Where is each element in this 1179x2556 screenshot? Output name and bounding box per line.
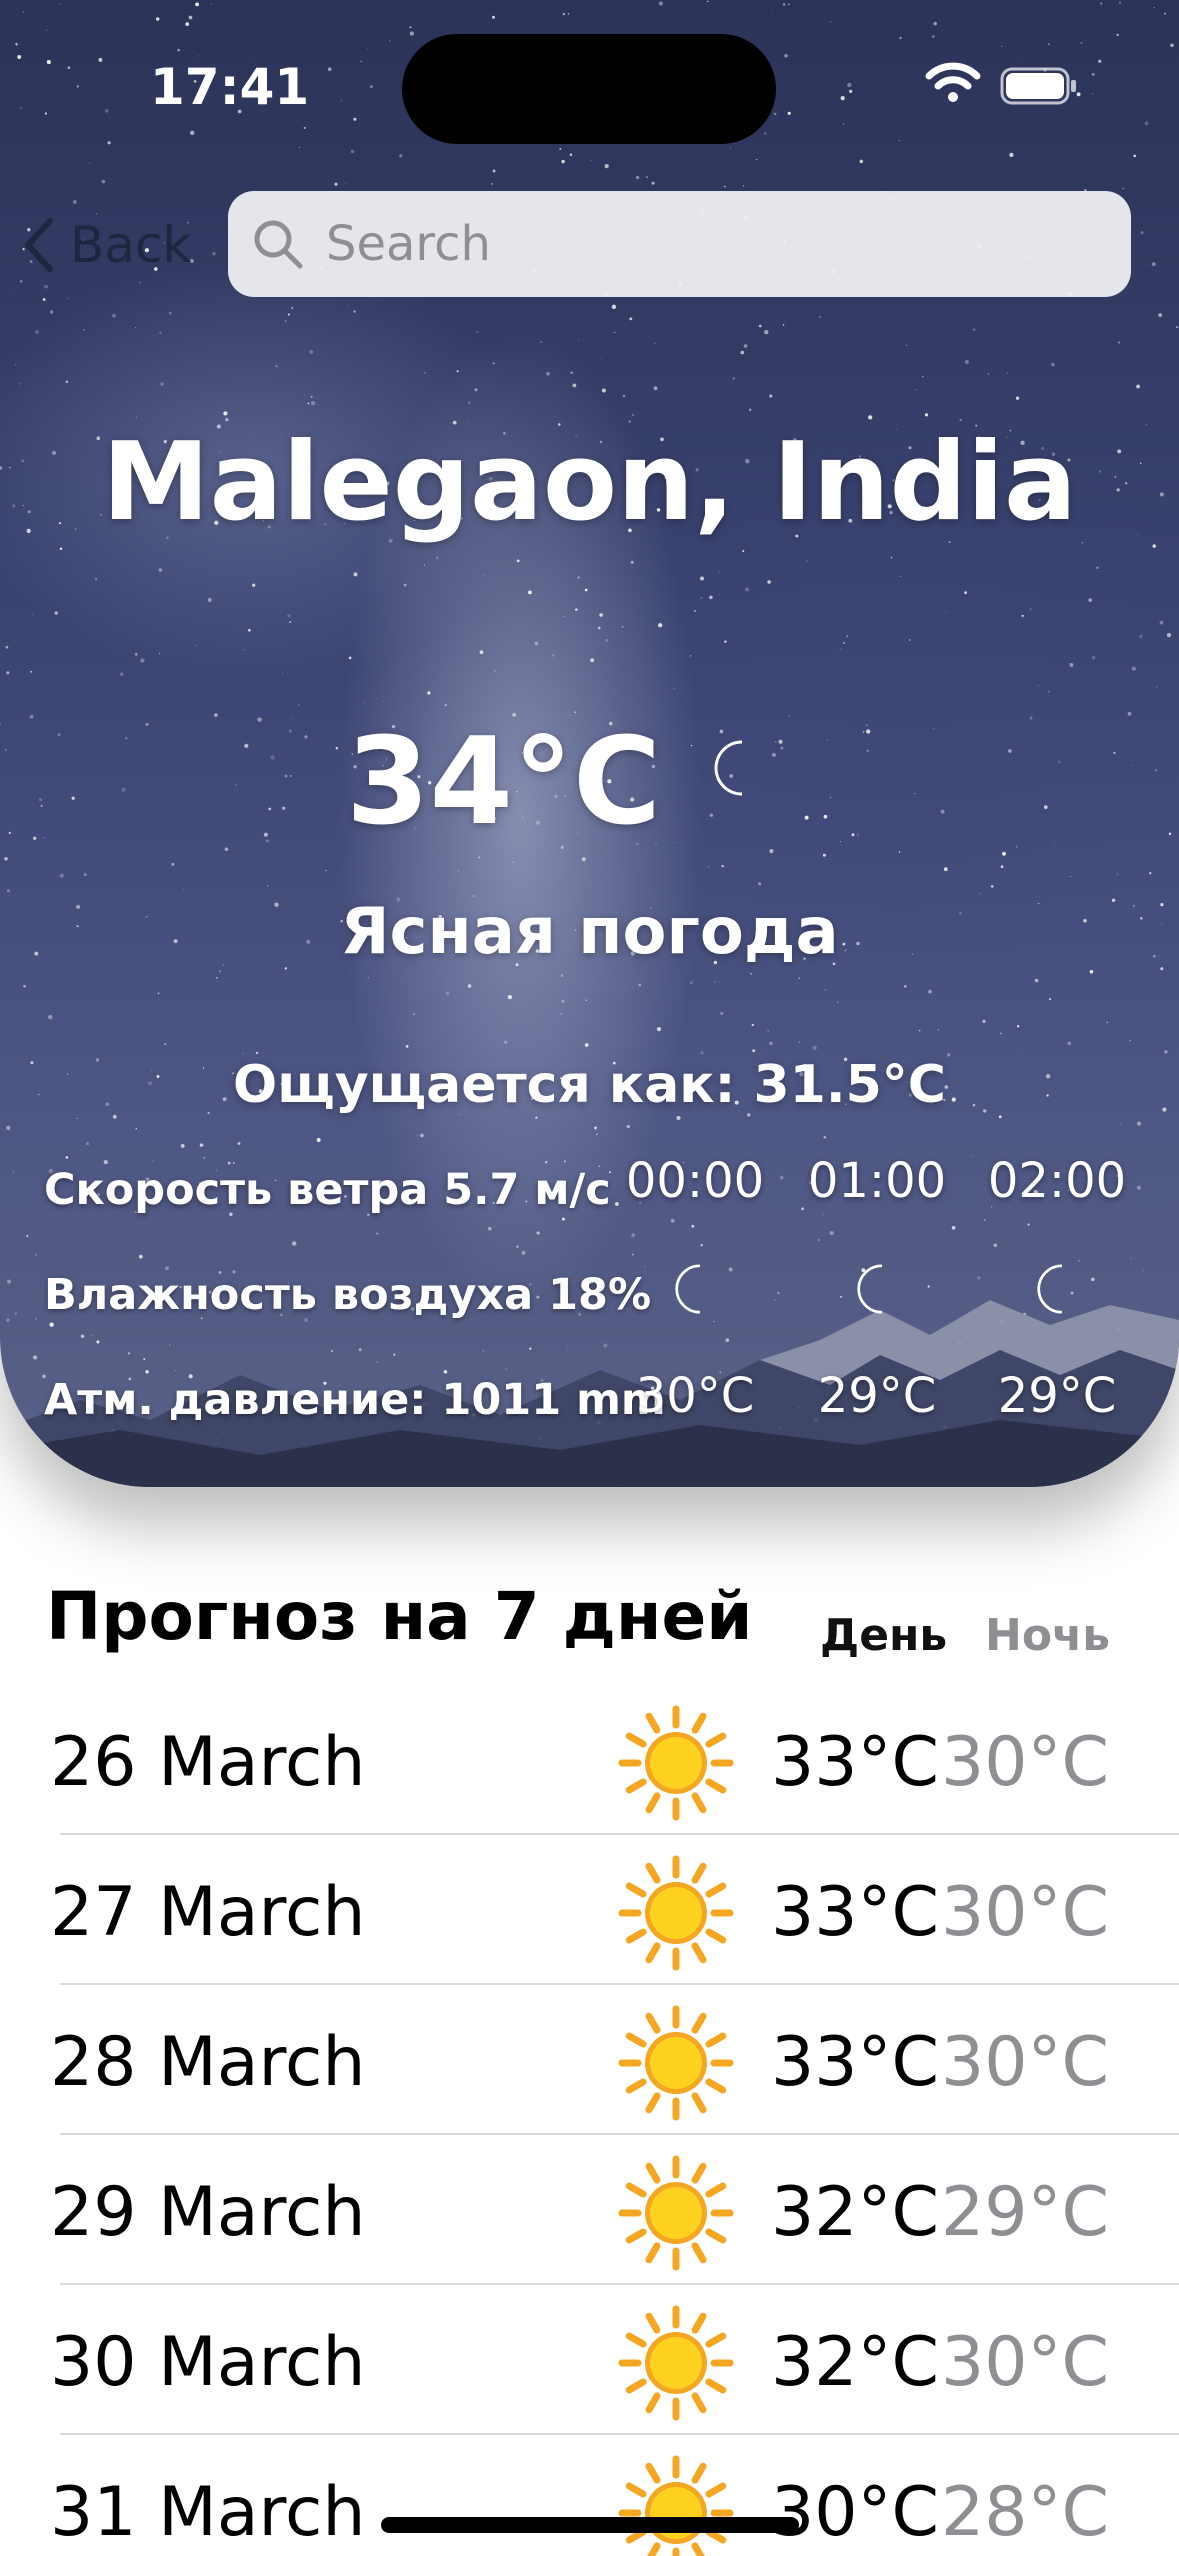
- forecast-date: 26 March: [50, 1723, 366, 1802]
- day-temperature: 32°C: [770, 2323, 939, 2402]
- search-input[interactable]: [324, 215, 1088, 273]
- battery-icon: [1000, 67, 1076, 105]
- forecast-date: 27 March: [50, 1873, 366, 1952]
- moon-icon: [714, 740, 743, 796]
- chevron-left-icon: [25, 218, 53, 272]
- night-temperature: 29°C: [940, 2173, 1109, 2252]
- hourly-time: 02:00: [987, 1153, 1127, 1209]
- forecast-title: Прогноз на 7 дней: [46, 1578, 753, 1655]
- search-field[interactable]: [228, 191, 1131, 297]
- sun-icon: [618, 2005, 734, 2121]
- day-temperature: 30°C: [770, 2473, 939, 2552]
- forecast-date: 29 March: [50, 2173, 366, 2252]
- status-bar-time: 17:41: [150, 58, 310, 116]
- dynamic-island: [402, 34, 776, 144]
- day-column-header: День: [820, 1610, 948, 1661]
- forecast-row[interactable]: 26 March 33°C 30°C: [0, 1685, 1179, 1835]
- hourly-time: 00:00: [625, 1153, 765, 1209]
- current-temperature: 34°C: [346, 713, 662, 852]
- city-name: Malegaon, India: [102, 420, 1077, 545]
- sun-icon: [618, 1705, 734, 1821]
- hourly-temperature: 29°C: [817, 1368, 937, 1424]
- forecast-list: 26 March 33°C 30°C 27 March 33°C 30°C 28…: [0, 1685, 1179, 2556]
- night-column-header: Ночь: [985, 1610, 1111, 1661]
- humidity: Влажность воздуха 18%: [44, 1270, 652, 1320]
- forecast-row[interactable]: 28 March 33°C 30°C: [0, 1985, 1179, 2135]
- weather-screen: 17:41 Back Malegaon, India 34°C: [0, 0, 1179, 2556]
- day-temperature: 32°C: [770, 2173, 939, 2252]
- night-temperature: 30°C: [940, 2323, 1109, 2402]
- night-temperature: 30°C: [940, 2023, 1109, 2102]
- hourly-time: 01:00: [807, 1153, 947, 1209]
- feels-like: Ощущается как: 31.5°C: [233, 1055, 946, 1115]
- day-temperature: 33°C: [770, 1723, 939, 1802]
- sun-icon: [618, 2305, 734, 2421]
- pressure: Атм. давление: 1011 mm: [44, 1375, 666, 1425]
- wifi-icon: [925, 62, 981, 102]
- forecast-row[interactable]: 31 March 30°C 28°C: [0, 2435, 1179, 2556]
- weather-condition: Ясная погода: [340, 895, 839, 969]
- sun-icon: [618, 1855, 734, 1971]
- forecast-row[interactable]: 30 March 32°C 30°C: [0, 2285, 1179, 2435]
- current-weather-card: 17:41 Back Malegaon, India 34°C: [0, 0, 1179, 1487]
- moon-icon: [857, 1264, 882, 1314]
- night-temperature: 28°C: [940, 2473, 1109, 2552]
- sun-icon: [618, 2455, 734, 2556]
- night-temperature: 30°C: [940, 1723, 1109, 1802]
- wind-speed: Скорость ветра 5.7 м/с: [44, 1165, 611, 1215]
- moon-icon: [675, 1264, 700, 1314]
- hourly-temperature: 30°C: [635, 1368, 755, 1424]
- back-label: Back: [70, 216, 192, 274]
- day-temperature: 33°C: [770, 2023, 939, 2102]
- day-temperature: 33°C: [770, 1873, 939, 1952]
- home-indicator: [381, 2517, 799, 2533]
- forecast-row[interactable]: 29 March 32°C 29°C: [0, 2135, 1179, 2285]
- forecast-date: 31 March: [50, 2473, 366, 2552]
- forecast-row[interactable]: 27 March 33°C 30°C: [0, 1835, 1179, 1985]
- night-temperature: 30°C: [940, 1873, 1109, 1952]
- forecast-date: 28 March: [50, 2023, 366, 2102]
- hourly-temperature: 29°C: [997, 1368, 1117, 1424]
- moon-icon: [1037, 1264, 1062, 1314]
- sun-icon: [618, 2155, 734, 2271]
- forecast-date: 30 March: [50, 2323, 366, 2402]
- back-button[interactable]: Back: [22, 210, 191, 280]
- search-icon: [254, 220, 303, 269]
